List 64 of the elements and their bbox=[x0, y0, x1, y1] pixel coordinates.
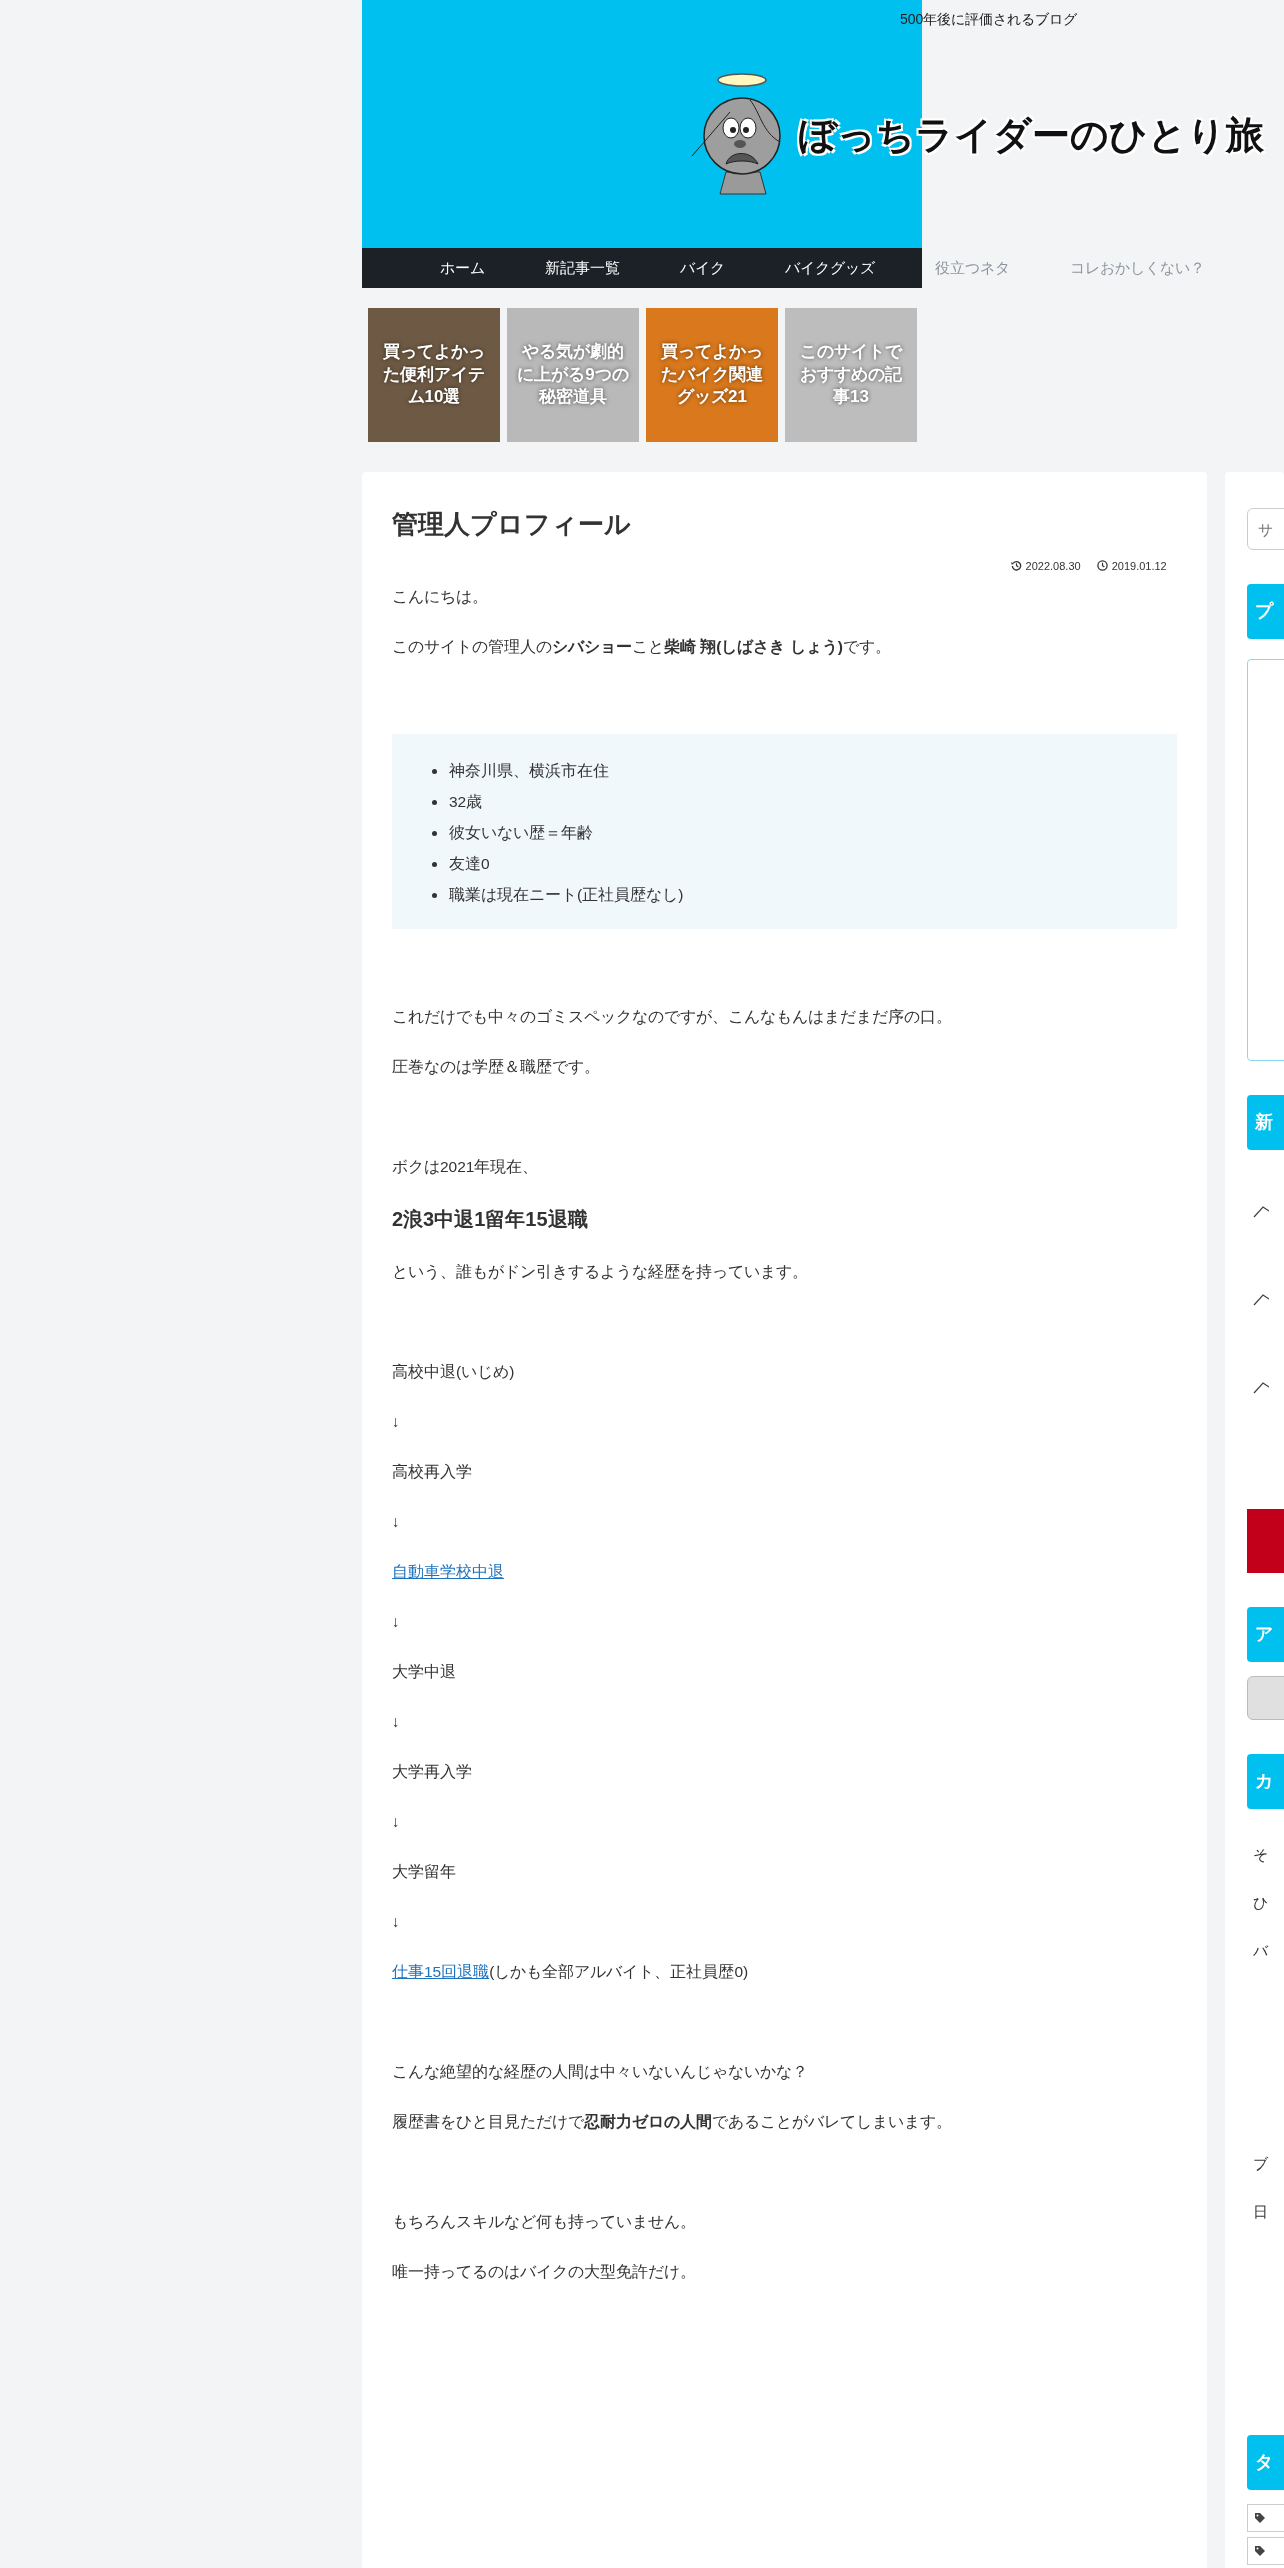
thumbnail-edge-drawing bbox=[1252, 1293, 1269, 1307]
list-item: 彼女いない歴＝年齢 bbox=[449, 822, 593, 843]
paragraph: もちろんスキルなど何も持っていません。 bbox=[392, 2211, 697, 2232]
paragraph: このサイトの管理人のシバショーこと柴崎 翔(しばさき しょう)です。 bbox=[392, 636, 892, 658]
paragraph: ↓ bbox=[392, 1811, 401, 1832]
widget-heading: ア bbox=[1246, 1607, 1284, 1662]
paragraph: 高校中退(いじめ) bbox=[392, 1361, 516, 1382]
history-icon bbox=[1010, 560, 1022, 572]
tag-icon bbox=[1253, 2545, 1266, 2557]
article-title: 管理人プロフィール bbox=[392, 508, 632, 541]
nav-link[interactable]: バイクグッズ bbox=[785, 258, 875, 278]
bullet-icon bbox=[432, 861, 437, 867]
paragraph: ↓ bbox=[392, 1711, 401, 1732]
paragraph: 大学中退 bbox=[392, 1661, 457, 1682]
article-link[interactable]: 仕事15回退職 bbox=[392, 1962, 490, 1980]
paragraph: 唯一持ってるのはバイクの大型免許だけ。 bbox=[392, 2261, 697, 2282]
widget-heading: タ bbox=[1246, 2435, 1284, 2490]
nav-link[interactable]: バイク bbox=[680, 258, 725, 278]
widget-text: バ bbox=[1251, 1941, 1270, 1961]
search-field[interactable]: サ bbox=[1246, 508, 1284, 550]
paragraph: こんにちは。 bbox=[392, 586, 489, 607]
nav-link[interactable]: 新記事一覧 bbox=[545, 258, 620, 278]
list-item: 神奈川県、横浜市在住 bbox=[449, 760, 609, 781]
paragraph: 圧巻なのは学歴＆職歴です。 bbox=[392, 1056, 601, 1077]
featured-card[interactable]: 買ってよかったバイク関連グッズ21 bbox=[646, 308, 778, 442]
nav-link[interactable]: コレおかしくない？ bbox=[1070, 258, 1205, 278]
published-date: 2019.01.12 bbox=[1111, 559, 1167, 572]
tag-icon bbox=[1253, 2512, 1266, 2524]
widget-heading: 新 bbox=[1246, 1095, 1284, 1150]
clock-icon bbox=[1096, 560, 1108, 572]
widget-text: そ bbox=[1251, 1845, 1269, 1865]
paragraph: ↓ bbox=[392, 1611, 401, 1632]
paragraph: こんな絶望的な経歴の人間は中々いないんじゃないかな？ bbox=[392, 2061, 809, 2082]
paragraph: ボクは2021年現在、 bbox=[392, 1156, 540, 1177]
nav-link[interactable]: 役立つネタ bbox=[935, 258, 1010, 278]
widget-text: 日 bbox=[1251, 2202, 1269, 2222]
paragraph: 履歴書をひと目見ただけで忍耐力ゼロの人間であることがバレてしまいます。 bbox=[392, 2111, 953, 2132]
paragraph: これだけでも中々のゴミスペックなのですが、こんなもんはまだまだ序の口。 bbox=[392, 1006, 953, 1027]
paragraph: ↓ bbox=[392, 1411, 401, 1432]
updated-date: 2022.08.30 bbox=[1025, 559, 1081, 572]
paragraph: ↓ bbox=[392, 1511, 401, 1532]
list-item: 友達0 bbox=[449, 853, 490, 874]
paragraph: ↓ bbox=[392, 1911, 401, 1932]
paragraph: 大学再入学 bbox=[392, 1761, 473, 1782]
paragraph: という、誰もがドン引きするような経歴を持っています。 bbox=[392, 1261, 809, 1282]
paragraph: 大学留年 bbox=[392, 1861, 457, 1882]
widget-text: ひ bbox=[1251, 1893, 1269, 1913]
nav-link[interactable]: ホーム bbox=[440, 258, 485, 278]
bullet-icon bbox=[432, 830, 437, 836]
section-heading: 2浪3中退1留年15退職 bbox=[392, 1206, 589, 1232]
widget-heading: プ bbox=[1246, 584, 1284, 639]
article-link[interactable]: 自動車学校中退 bbox=[392, 1562, 504, 1580]
featured-card[interactable]: 買ってよかった便利アイテム10選 bbox=[368, 308, 500, 442]
list-item: 32歳 bbox=[449, 791, 483, 812]
widget-heading: カ bbox=[1246, 1754, 1284, 1809]
thumbnail-edge-drawing bbox=[1252, 1381, 1269, 1395]
list-item: 職業は現在ニート(正社員歴なし) bbox=[449, 884, 684, 905]
thumbnail-edge-drawing bbox=[1252, 1205, 1269, 1219]
paragraph: 高校再入学 bbox=[392, 1461, 473, 1482]
widget-text: ブ bbox=[1251, 2154, 1269, 2174]
bullet-icon bbox=[432, 799, 437, 805]
bullet-icon bbox=[432, 892, 437, 898]
bullet-icon bbox=[432, 768, 437, 774]
paragraph: (しかも全部アルバイト、正社員歴0) bbox=[489, 1962, 749, 1980]
